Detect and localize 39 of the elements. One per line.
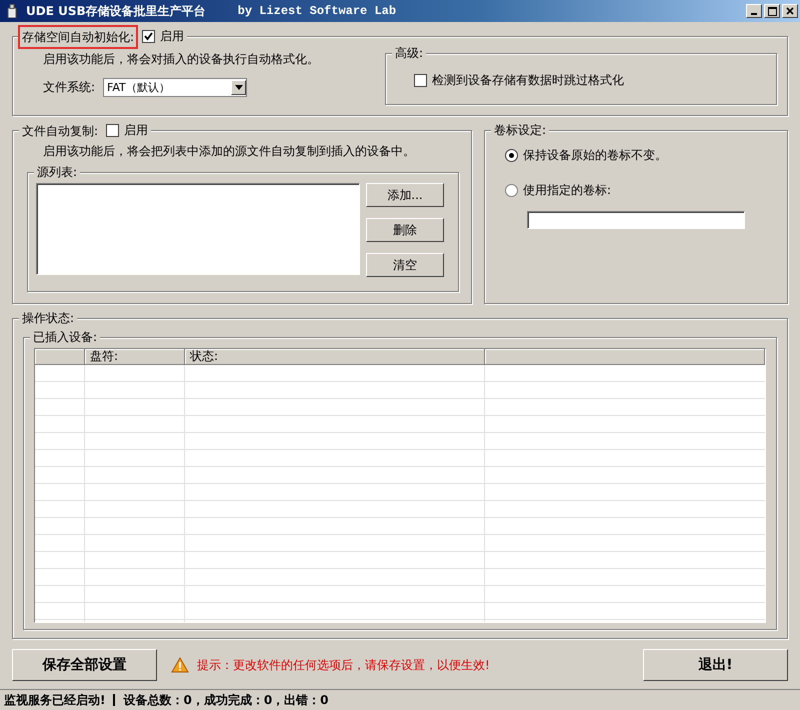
- warning-icon: [171, 657, 189, 673]
- maximize-button[interactable]: [764, 4, 780, 18]
- source-list[interactable]: [36, 183, 360, 275]
- enable-checkbox[interactable]: 启用: [142, 28, 184, 45]
- volume-label-field[interactable]: [527, 211, 745, 229]
- enable-checkbox[interactable]: 启用: [106, 122, 148, 139]
- radio-button[interactable]: [505, 184, 518, 197]
- list-action-button[interactable]: 添加...: [366, 183, 444, 207]
- group-title: 文件自动复制:: [22, 122, 98, 138]
- column-header: 盘符:: [85, 349, 185, 365]
- field-label: 文件系统:: [43, 79, 96, 96]
- list-action-button[interactable]: 删除: [366, 218, 444, 242]
- save-settings-button[interactable]: 保存全部设置: [12, 649, 157, 681]
- radio-button[interactable]: [505, 149, 518, 162]
- status-text: 监视服务已经启动!: [4, 692, 106, 708]
- minimize-button[interactable]: [746, 4, 762, 18]
- usb-drive-icon: [6, 4, 18, 18]
- caret-icon: [234, 85, 243, 90]
- maximize-icon: [768, 6, 776, 16]
- description-text: 启用该功能后，将会把列表中添加的源文件自动复制到插入的设备中。: [42, 144, 415, 158]
- radio-label: 使用指定的卷标:: [523, 182, 612, 199]
- file-system-dropdown[interactable]: FAT（默认）: [103, 78, 248, 97]
- window-subtitle: by Lizest Software Lab: [238, 4, 396, 18]
- radio-label: 保持设备原始的卷标不变。: [523, 147, 667, 164]
- list-action-button[interactable]: 清空: [366, 253, 444, 277]
- checkmark-icon: [144, 32, 154, 41]
- group-title: 源列表:: [37, 164, 78, 180]
- column-header: 状态:: [185, 349, 485, 365]
- window-title: UDE USB存储设备批里生产平台: [26, 2, 206, 20]
- exit-button[interactable]: 退出!: [643, 649, 788, 681]
- group-title: 操作状态:: [22, 310, 74, 326]
- close-button[interactable]: [782, 4, 798, 18]
- close-icon: [786, 7, 794, 15]
- status-text: 设备总数：0，成功完成：0，出错：0: [123, 692, 329, 708]
- group-title: 卷标设定:: [494, 122, 546, 138]
- group-title: 已插入设备:: [33, 329, 98, 345]
- notice-text: 提示：更改软件的任何选项后，请保存设置，以便生效!: [197, 656, 490, 674]
- group-title: 高级:: [395, 45, 424, 61]
- description-text: 启用该功能后，将会对插入的设备执行自动格式化。: [43, 51, 319, 68]
